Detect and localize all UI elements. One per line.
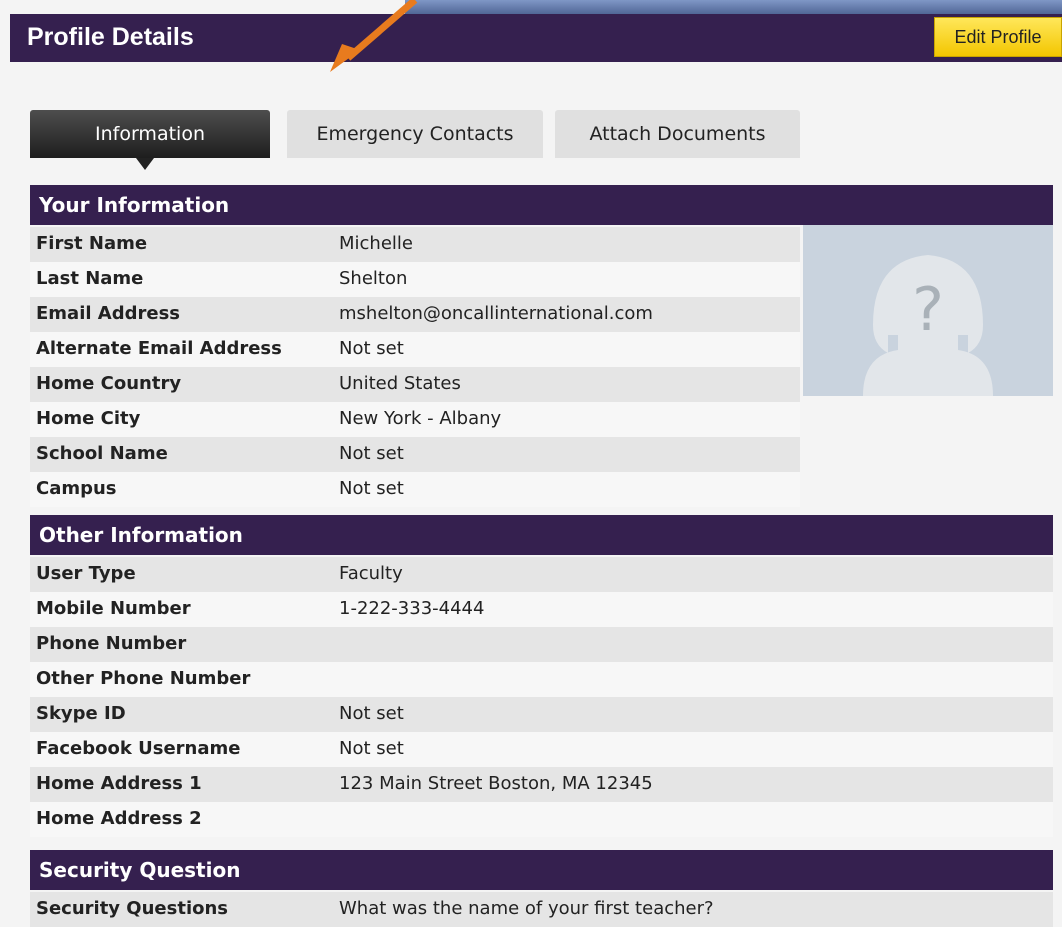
tab-bar: Information Emergency Contacts Attach Do…	[30, 110, 810, 170]
field-label: User Type	[36, 563, 136, 584]
avatar-placeholder-icon: ?	[863, 255, 993, 396]
field-label: Skype ID	[36, 703, 126, 724]
tab-emergency-contacts-label: Emergency Contacts	[316, 123, 514, 145]
table-row: Home Address 2	[30, 802, 1053, 837]
section-your-information: Your Information	[30, 185, 1053, 225]
table-row: School Name Not set	[30, 437, 800, 472]
table-row: Other Phone Number	[30, 662, 1053, 697]
field-value: 123 Main Street Boston, MA 12345	[339, 773, 653, 794]
table-row: Security Questions What was the name of …	[30, 892, 1053, 927]
tab-attach-documents[interactable]: Attach Documents	[555, 110, 800, 158]
table-row: Home City New York - Albany	[30, 402, 800, 437]
table-row: Home Country United States	[30, 367, 800, 402]
field-label: Other Phone Number	[36, 668, 251, 689]
field-value: Faculty	[339, 563, 403, 584]
annotation-arrow-icon	[330, 0, 418, 72]
table-row: Email Address mshelton@oncallinternation…	[30, 297, 800, 332]
field-label: Security Questions	[36, 898, 229, 919]
field-label: Alternate Email Address	[36, 338, 282, 359]
page-title: Profile Details	[27, 23, 194, 51]
field-label: Home Address 1	[36, 773, 202, 794]
table-row: Last Name Shelton	[30, 262, 800, 297]
profile-header: Profile Details Edit Profile	[10, 14, 1062, 62]
table-row: Mobile Number 1-222-333-4444	[30, 592, 1053, 627]
field-label: Home City	[36, 408, 141, 429]
section-security-question: Security Question	[30, 850, 1053, 890]
tab-attach-documents-label: Attach Documents	[589, 123, 766, 145]
field-label: Home Address 2	[36, 808, 202, 829]
field-label: Phone Number	[36, 633, 187, 654]
field-label: Last Name	[36, 268, 144, 289]
table-row: User Type Faculty	[30, 557, 1053, 592]
tab-information[interactable]: Information	[30, 110, 270, 170]
field-label: Facebook Username	[36, 738, 241, 759]
field-label: Email Address	[36, 303, 181, 324]
avatar[interactable]: ?	[803, 225, 1053, 396]
field-value: New York - Albany	[339, 408, 502, 429]
active-tab-indicator	[136, 158, 154, 170]
table-row: First Name Michelle	[30, 227, 800, 262]
table-row: Alternate Email Address Not set	[30, 332, 800, 367]
field-value: Not set	[339, 338, 404, 359]
field-value: Shelton	[339, 268, 408, 289]
tab-information-label: Information	[95, 123, 205, 145]
field-value: Not set	[339, 478, 404, 499]
table-row: Campus Not set	[30, 472, 800, 507]
field-value: Not set	[339, 703, 404, 724]
field-label: School Name	[36, 443, 168, 464]
section-other-information: Other Information	[30, 515, 1053, 555]
table-row: Phone Number	[30, 627, 1053, 662]
field-value: mshelton@oncallinternational.com	[339, 303, 653, 324]
table-row: Facebook Username Not set	[30, 732, 1053, 767]
field-label: First Name	[36, 233, 148, 254]
field-value: Not set	[339, 443, 404, 464]
field-label: Mobile Number	[36, 598, 191, 619]
table-row: Home Address 1 123 Main Street Boston, M…	[30, 767, 1053, 802]
field-label: Campus	[36, 478, 117, 499]
table-row: Skype ID Not set	[30, 697, 1053, 732]
field-value: 1-222-333-4444	[339, 598, 485, 619]
field-value: Not set	[339, 738, 404, 759]
field-value: United States	[339, 373, 461, 394]
svg-text:?: ?	[912, 275, 944, 345]
field-value: What was the name of your first teacher?	[339, 898, 714, 919]
field-label: Home Country	[36, 373, 182, 394]
edit-profile-button[interactable]: Edit Profile	[934, 17, 1062, 57]
tab-emergency-contacts[interactable]: Emergency Contacts	[287, 110, 543, 158]
field-value: Michelle	[339, 233, 413, 254]
